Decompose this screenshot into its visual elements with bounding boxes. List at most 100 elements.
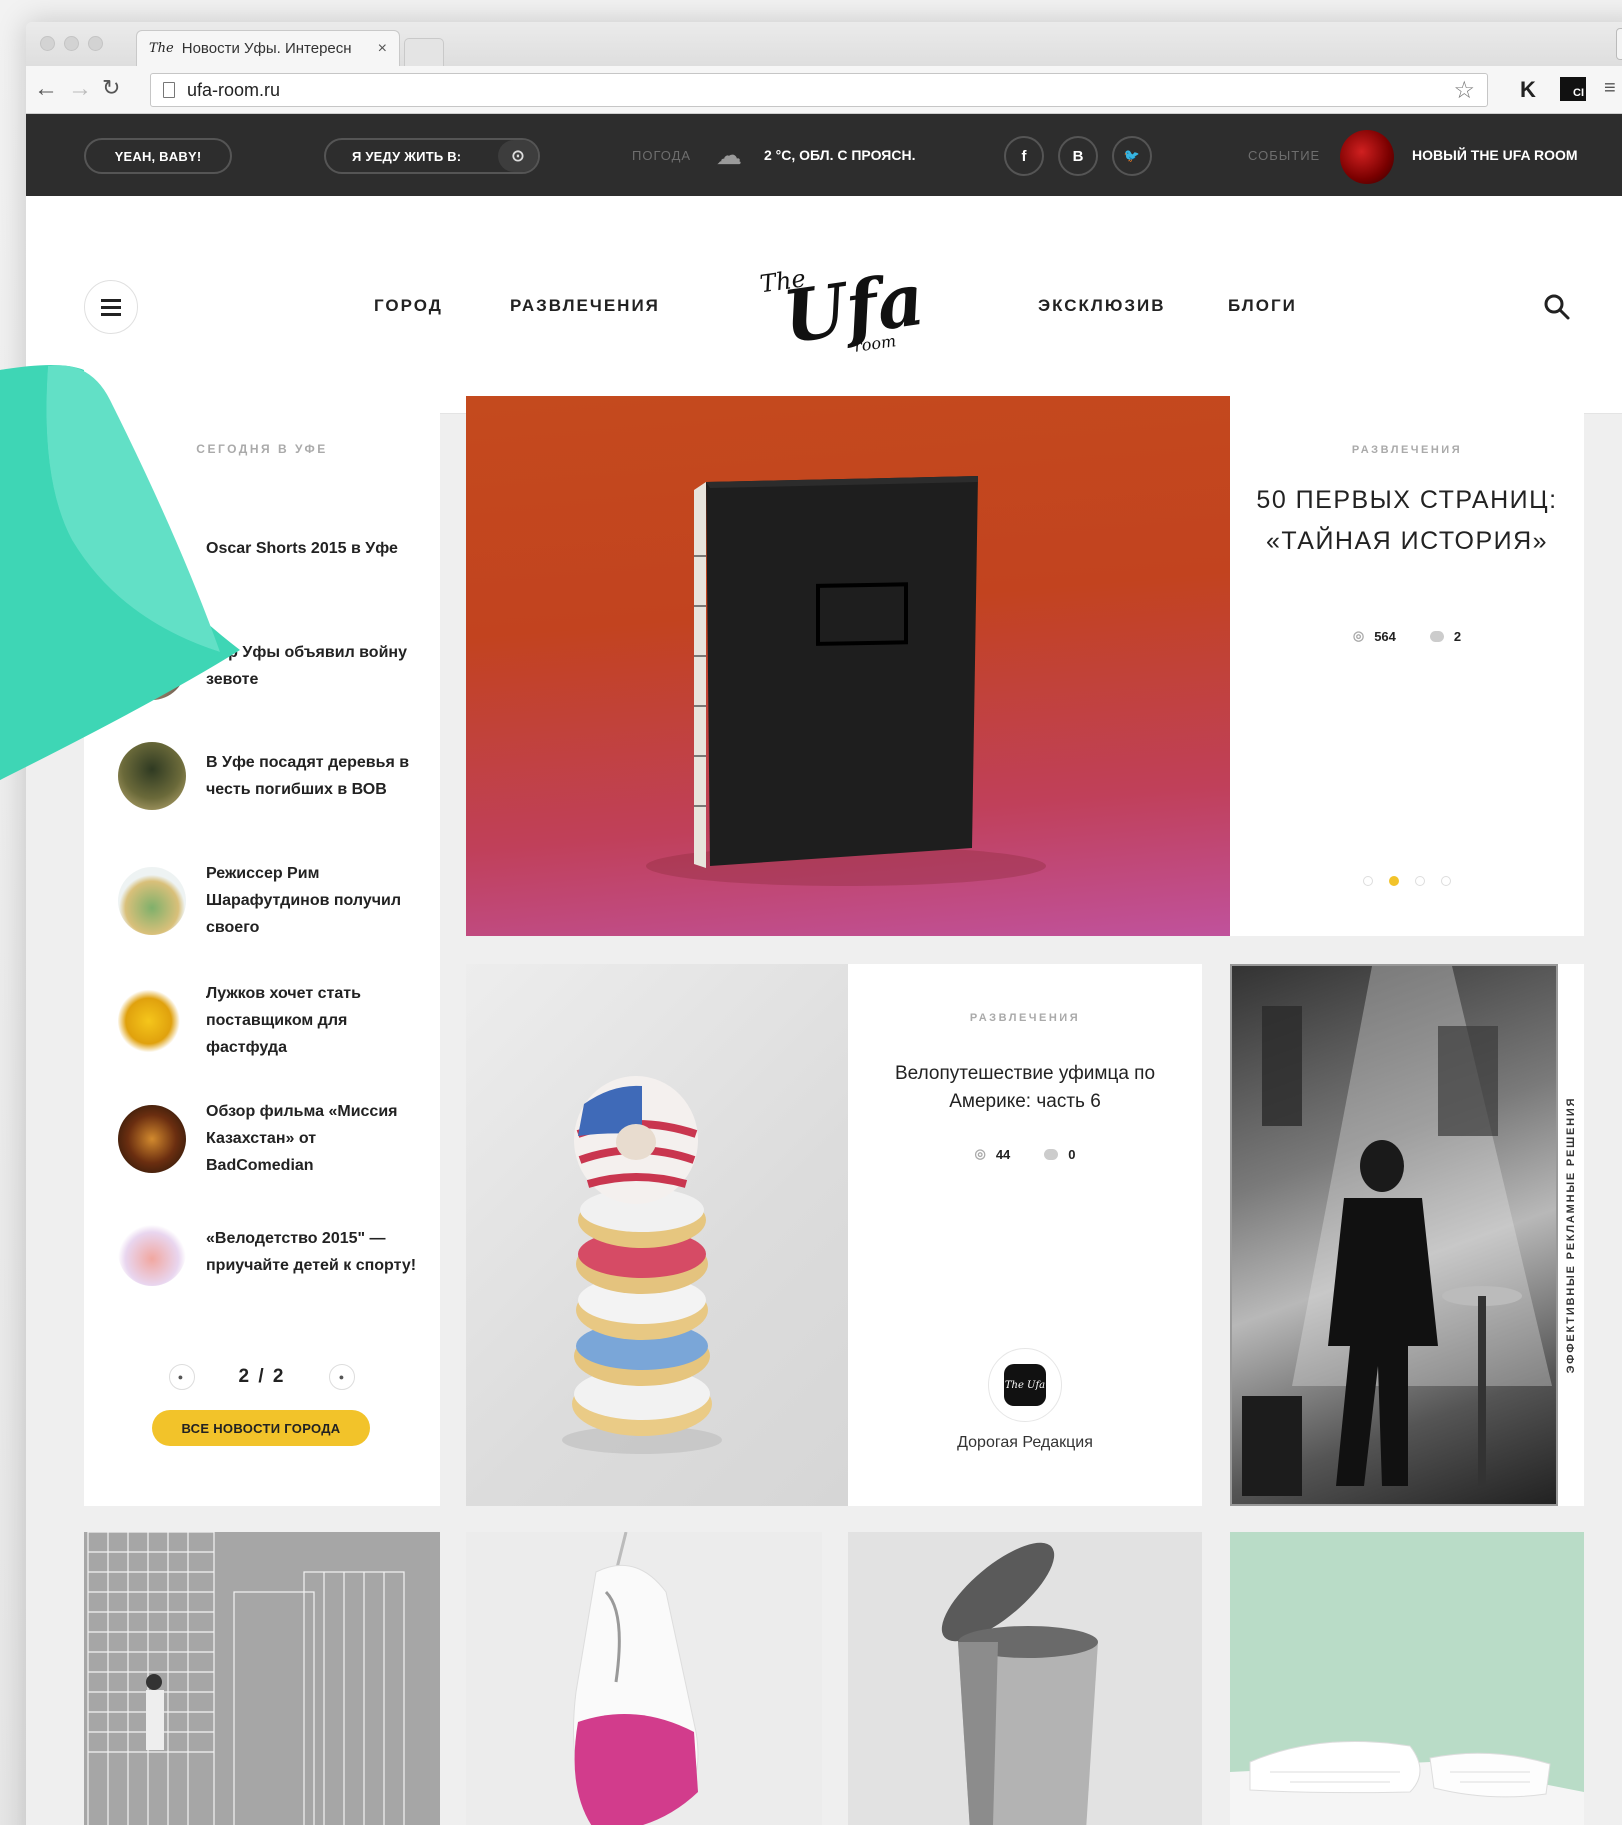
window-controls[interactable] xyxy=(40,36,103,51)
url-text[interactable]: ufa-room.ru xyxy=(187,80,1441,101)
relocate-label: Я УЕДУ ЖИТЬ В: xyxy=(352,148,462,164)
zoom-window-button[interactable] xyxy=(88,36,103,51)
featured-title[interactable]: 50 ПЕРВЫХ СТРАНИЦ: «ТАЙНАЯ ИСТОРИЯ» xyxy=(1250,480,1564,562)
extension-k-icon[interactable]: K xyxy=(1520,77,1536,103)
author-avatar[interactable]: The Ufa xyxy=(988,1348,1062,1422)
article-stats: ◎ 44 0 xyxy=(848,1146,1202,1162)
dropdown-icon[interactable]: ⊙ xyxy=(498,140,538,172)
comments-count: 0 xyxy=(1068,1146,1076,1162)
hamburger-menu-icon[interactable] xyxy=(84,280,138,334)
news-thumbnail xyxy=(118,1218,186,1286)
minimize-window-button[interactable] xyxy=(64,36,79,51)
featured-article[interactable]: РАЗВЛЕЧЕНИЯ 50 ПЕРВЫХ СТРАНИЦ: «ТАЙНАЯ И… xyxy=(1230,396,1584,936)
weather-label: ПОГОДА xyxy=(632,148,692,163)
ad-banner-strip[interactable]: ЭФФЕКТИВНЫЕ РЕКЛАМНЫЕ РЕШЕНИЯ xyxy=(1558,964,1584,1506)
screenshot-stage: The Новости Уфы. Интересн × 👤 ← → ↻ ufa-… xyxy=(0,0,1622,1825)
news-title[interactable]: «Велодетство 2015" — приучайте детей к с… xyxy=(206,1225,418,1279)
slide-dot-active[interactable] xyxy=(1389,876,1399,886)
trash-can-illustration xyxy=(941,1542,1098,1825)
yeah-baby-button[interactable]: YEAH, BABY! xyxy=(84,138,232,174)
author-name[interactable]: Дорогая Редакция xyxy=(848,1434,1202,1452)
list-item[interactable]: Обзор фильма «Миссия Казахстан» от BadCo… xyxy=(118,1098,418,1179)
slide-dot[interactable] xyxy=(1441,876,1451,886)
nav-entertainment[interactable]: РАЗВЛЕЧЕНИЯ xyxy=(510,296,660,316)
slider-dots xyxy=(1230,876,1584,886)
article-title[interactable]: Велопутешествие уфимца по Америке: часть… xyxy=(878,1060,1172,1116)
reload-icon[interactable]: ↻ xyxy=(102,75,120,101)
tab-bar: The Новости Уфы. Интересн × 👤 xyxy=(26,22,1622,66)
comments-icon xyxy=(1429,630,1444,642)
page-indicator: 2 / 2 xyxy=(238,1366,286,1387)
new-tab-button[interactable] xyxy=(404,38,444,66)
article-tile[interactable] xyxy=(848,1532,1202,1825)
relocate-selector[interactable]: Я УЕДУ ЖИТЬ В: ⊙ xyxy=(324,138,540,174)
slide-dot[interactable] xyxy=(1363,876,1373,886)
news-thumbnail xyxy=(118,1104,186,1173)
comments-icon xyxy=(1044,1148,1059,1160)
views-icon: ◎ xyxy=(1352,628,1365,643)
list-item[interactable]: «Велодетство 2015" — приучайте детей к с… xyxy=(118,1218,418,1286)
nav-blogs[interactable]: БЛОГИ xyxy=(1228,296,1297,316)
list-item[interactable]: Лужков хочет стать поставщиком для фастф… xyxy=(118,980,418,1061)
vk-icon[interactable]: В xyxy=(1058,136,1098,176)
cloud-icon: ☁ xyxy=(716,140,742,170)
browser-menu-icon[interactable]: ≡ xyxy=(1604,77,1616,100)
back-arrow-icon[interactable]: ← xyxy=(34,75,58,103)
site-logo[interactable]: The Ufa room xyxy=(758,252,932,358)
next-page-button[interactable]: ● xyxy=(329,1364,356,1390)
address-bar[interactable]: ufa-room.ru ☆ xyxy=(150,73,1488,107)
tab-close-icon[interactable]: × xyxy=(378,40,387,58)
weather-value: 2 °С, ОБЛ. С ПРОЯСН. xyxy=(764,147,916,163)
news-title[interactable]: Обзор фильма «Миссия Казахстан» от BadCo… xyxy=(206,1098,418,1179)
donut-stack-illustration xyxy=(562,1076,722,1454)
event-thumbnail[interactable] xyxy=(1340,130,1394,184)
event-label: СОБЫТИЕ xyxy=(1248,148,1321,163)
ad-label[interactable]: ЭФФЕКТИВНЫЕ РЕКЛАМНЫЕ РЕШЕНИЯ xyxy=(1565,1097,1577,1374)
profile-icon[interactable]: 👤 xyxy=(1616,28,1622,60)
news-thumbnail xyxy=(118,986,186,1055)
page-icon xyxy=(163,82,175,98)
sidebar-pager: ● 2 / 2 ● xyxy=(84,1364,440,1390)
bed-illustration xyxy=(1230,1741,1584,1825)
event-link[interactable]: НОВЫЙ THE UFA ROOM xyxy=(1412,147,1578,163)
browser-tab[interactable]: The Новости Уфы. Интересн × xyxy=(136,30,400,66)
comments-count: 2 xyxy=(1453,628,1462,644)
all-city-news-button[interactable]: ВСЕ НОВОСТИ ГОРОДА xyxy=(152,1410,370,1446)
concert-image[interactable] xyxy=(1230,964,1558,1506)
twitter-icon[interactable]: 🐦 xyxy=(1112,136,1152,176)
news-title[interactable]: Режиссер Рим Шарафутдинов получил своего xyxy=(206,860,418,941)
site-topbar: YEAH, BABY! Я УЕДУ ЖИТЬ В: ⊙ ПОГОДА ☁ 2 … xyxy=(26,114,1622,196)
list-item[interactable]: Режиссер Рим Шарафутдинов получил своего xyxy=(118,860,418,941)
search-icon[interactable] xyxy=(1542,292,1572,322)
category-label[interactable]: РАЗВЛЕЧЕНИЯ xyxy=(848,1012,1202,1024)
article-tile[interactable] xyxy=(84,1532,440,1825)
featured-image[interactable] xyxy=(466,396,1230,936)
donut-image[interactable] xyxy=(466,964,848,1506)
bookmark-star-icon[interactable]: ☆ xyxy=(1453,76,1475,105)
sneaker-illustration xyxy=(573,1532,699,1825)
author-logo: The Ufa xyxy=(1004,1364,1046,1406)
browser-window: The Новости Уфы. Интересн × 👤 ← → ↻ ufa-… xyxy=(26,22,1622,1825)
prev-page-button[interactable]: ● xyxy=(168,1364,195,1390)
close-window-button[interactable] xyxy=(40,36,55,51)
article-tile[interactable] xyxy=(466,1532,822,1825)
forward-arrow-icon[interactable]: → xyxy=(68,75,92,103)
tab-title: Новости Уфы. Интересн xyxy=(181,40,352,57)
article-tile[interactable] xyxy=(1230,1532,1584,1825)
views-icon: ◎ xyxy=(974,1146,986,1161)
page-curl-decoration xyxy=(0,365,240,780)
category-label[interactable]: РАЗВЛЕЧЕНИЯ xyxy=(1230,444,1584,456)
concert-illustration xyxy=(1242,966,1552,1496)
nav-city[interactable]: ГОРОД xyxy=(374,296,443,316)
facebook-icon[interactable]: f xyxy=(1004,136,1044,176)
news-title[interactable]: Лужков хочет стать поставщиком для фастф… xyxy=(206,980,418,1061)
site-header: ГОРОД РАЗВЛЕЧЕНИЯ The Ufa room ЭКСКЛЮЗИВ… xyxy=(26,196,1622,414)
tab-favicon: The xyxy=(149,41,174,56)
nav-exclusive[interactable]: ЭКСКЛЮЗИВ xyxy=(1038,296,1166,316)
wire-cubes-illustration xyxy=(84,1532,440,1825)
article-card[interactable]: РАЗВЛЕЧЕНИЯ Велопутешествие уфимца по Ам… xyxy=(848,964,1202,1506)
browser-toolbar: ← → ↻ ufa-room.ru ☆ K CI ≡ xyxy=(26,66,1622,114)
article-stats: ◎ 564 2 xyxy=(1230,628,1584,644)
slide-dot[interactable] xyxy=(1415,876,1425,886)
extension-ci-icon[interactable]: CI xyxy=(1560,77,1586,101)
